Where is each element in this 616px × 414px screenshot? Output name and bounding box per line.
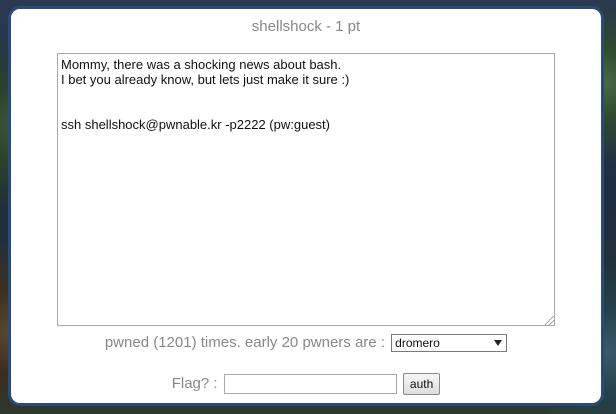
pwners-row: pwned (1201) times. early 20 pwners are … — [11, 331, 601, 355]
challenge-title: shellshock - 1 pt — [251, 18, 361, 35]
flag-input[interactable] — [223, 374, 397, 395]
challenge-dialog: shellshock - 1 pt Mommy, there was a sho… — [8, 6, 604, 406]
pwners-selected-value: dromero — [395, 336, 440, 351]
challenge-description[interactable]: Mommy, there was a shocking news about b… — [57, 53, 555, 326]
chevron-down-icon — [494, 340, 503, 347]
auth-button[interactable]: auth — [402, 373, 441, 396]
flag-label: Flag? : — [171, 375, 218, 393]
pwned-count-label: pwned (1201) times. early 20 pwners are … — [104, 334, 385, 352]
pwners-select[interactable]: dromero — [391, 334, 508, 353]
flag-row: Flag? : auth — [11, 372, 601, 396]
